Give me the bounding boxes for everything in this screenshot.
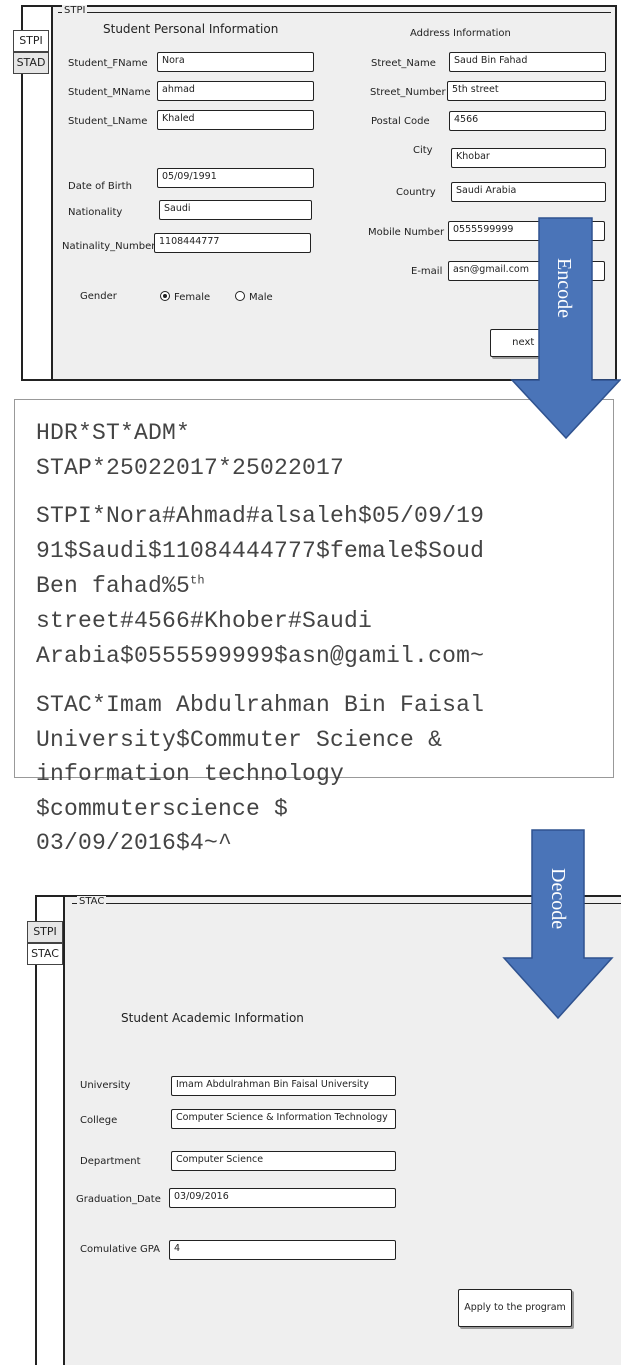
flow-arrows-layer bbox=[502, 217, 621, 1020]
encode-arrow bbox=[510, 217, 621, 440]
encode-label: Encode bbox=[553, 258, 575, 318]
decode-label: Decode bbox=[547, 868, 569, 930]
